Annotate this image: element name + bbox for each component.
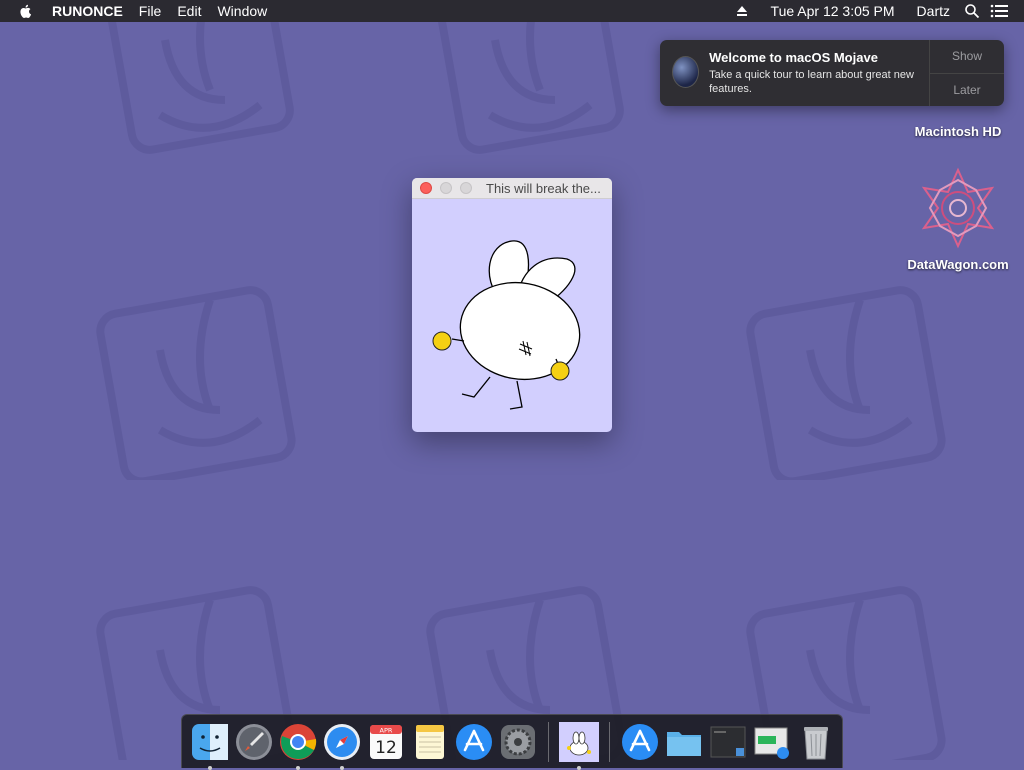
notes-icon (416, 724, 444, 759)
edit-menu[interactable]: Edit (169, 0, 209, 22)
calendar-icon: APR 12 (370, 724, 402, 759)
downloads-stack-icon (754, 727, 789, 759)
desktop-icon-label: DataWagon.com (907, 257, 1009, 272)
desktop-icon-datawagon[interactable]: DataWagon.com (900, 166, 1016, 272)
screenshot-stack-icon (710, 726, 746, 757)
spotlight-search-icon[interactable] (964, 3, 980, 19)
dock-notes[interactable] (410, 722, 450, 762)
bunny-drawing (432, 240, 581, 410)
app-store-icon (456, 723, 492, 760)
dock-separator (548, 721, 549, 762)
dock-separator (609, 721, 610, 762)
calendar-month-label: APR (380, 726, 393, 734)
finder-watermark-icon (96, 286, 296, 480)
dock-runonce[interactable] (559, 721, 599, 770)
notification-banner[interactable]: Welcome to macOS Mojave Take a quick tou… (660, 40, 1004, 106)
launchpad-rocket-icon (236, 723, 272, 760)
gear-icon (501, 724, 535, 759)
desktop-icon-macintosh-hd[interactable]: Macintosh HD (906, 110, 1010, 139)
desktop-icon-label: Macintosh HD (914, 124, 1002, 139)
finder-watermark-icon (102, 0, 294, 154)
dock-app-store[interactable] (454, 722, 494, 762)
dock: APR 12 (181, 714, 843, 770)
folder-icon (667, 731, 701, 756)
dock-downloads-stack[interactable] (752, 722, 792, 762)
finder-watermark-icon (746, 286, 946, 480)
minimize-button[interactable] (440, 182, 452, 194)
bunny-app-icon (559, 721, 599, 762)
dock-app-store-folder[interactable] (620, 722, 660, 762)
eject-icon[interactable] (735, 4, 749, 18)
dock-safari[interactable] (322, 722, 362, 770)
window-titlebar[interactable]: This will break the... (412, 178, 612, 199)
notification-center-icon[interactable] (990, 4, 1008, 18)
zoom-button[interactable] (460, 182, 472, 194)
finder-icon (192, 723, 228, 760)
dock-finder[interactable] (190, 722, 230, 770)
notification-show-button[interactable]: Show (930, 40, 1004, 73)
dock-chrome[interactable] (278, 722, 318, 770)
apple-menu-icon[interactable] (18, 3, 34, 19)
notification-later-button[interactable]: Later (930, 72, 1004, 107)
close-button[interactable] (420, 182, 432, 194)
mojave-logo-icon (672, 56, 700, 88)
dock-calendar[interactable]: APR 12 (366, 722, 406, 762)
finder-watermark-icon (432, 0, 624, 154)
app-window[interactable]: This will break the... (412, 178, 612, 432)
calendar-day-label: 12 (375, 738, 397, 758)
dock-system-preferences[interactable] (498, 722, 538, 762)
dock-screenshot-stack[interactable] (708, 722, 748, 762)
dock-trash[interactable] (796, 722, 836, 762)
menubar-clock[interactable]: Tue Apr 12 3:05 PM (763, 0, 903, 22)
dock-documents-folder[interactable] (664, 722, 704, 762)
file-menu[interactable]: File (131, 0, 170, 22)
safari-compass-icon (324, 723, 360, 760)
menu-bar: RUNONCE File Edit Window Tue Apr 12 3:05… (0, 0, 1024, 22)
dock-launchpad[interactable] (234, 722, 274, 762)
notification-title: Welcome to macOS Mojave (709, 50, 878, 65)
window-title: This will break the... (486, 180, 601, 196)
menubar-user[interactable]: Dartz (909, 0, 958, 22)
datawagon-star-icon (921, 167, 995, 249)
trash-icon (804, 726, 828, 759)
notification-message: Take a quick tour to learn about great n… (709, 69, 914, 95)
app-store-icon (622, 723, 658, 760)
chrome-icon (280, 723, 317, 760)
window-menu[interactable]: Window (209, 0, 275, 22)
app-menu[interactable]: RUNONCE (44, 0, 131, 22)
